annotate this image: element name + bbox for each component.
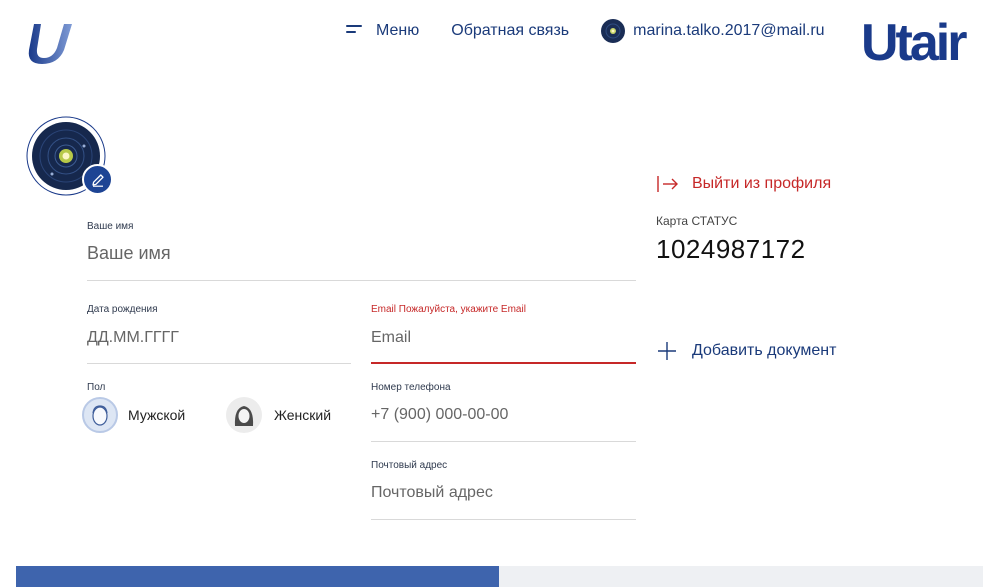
birthdate-input[interactable]: ДД.ММ.ГГГГ <box>87 329 351 347</box>
gender-label: Пол <box>87 382 106 393</box>
tab-active[interactable] <box>16 566 499 587</box>
user-avatar-icon <box>601 19 626 43</box>
male-face-icon <box>82 397 118 433</box>
name-label: Ваше имя <box>87 221 134 232</box>
feedback-link[interactable]: Обратная связь <box>451 22 569 40</box>
top-navigation: Меню Обратная связь marina.talko.2017@ma… <box>346 18 825 44</box>
gender-male-option[interactable]: Мужской <box>82 397 185 433</box>
user-account-button[interactable]: marina.talko.2017@mail.ru <box>601 19 825 43</box>
birthdate-label: Дата рождения <box>87 304 158 315</box>
email-underline <box>371 362 636 364</box>
brand-logo[interactable]: Utair <box>861 12 967 74</box>
status-card-label: Карта СТАТУС <box>656 214 738 228</box>
edit-icon <box>91 173 104 187</box>
phone-underline <box>371 441 636 442</box>
phone-input[interactable]: +7 (900) 000-00-00 <box>371 406 636 424</box>
user-email: marina.talko.2017@mail.ru <box>633 22 825 39</box>
address-label: Почтовый адрес <box>371 460 448 471</box>
plus-icon <box>658 342 676 360</box>
gender-female-label: Женский <box>274 407 332 423</box>
gender-male-label: Мужской <box>128 407 186 423</box>
logout-icon <box>657 176 678 192</box>
menu-button[interactable]: Меню <box>346 22 419 40</box>
name-input[interactable]: Ваше имя <box>87 243 636 264</box>
email-label: Email Пожалуйста, укажите Email <box>371 304 526 315</box>
add-document-label: Добавить документ <box>692 342 837 359</box>
address-input[interactable]: Почтовый адрес <box>371 484 636 502</box>
add-document-button[interactable]: Добавить документ <box>656 340 836 362</box>
logout-button[interactable]: Выйти из профиля <box>656 174 831 194</box>
utair-logo-icon[interactable] <box>26 20 76 66</box>
gender-female-option[interactable]: Женский <box>226 397 331 433</box>
name-underline <box>87 280 636 281</box>
menu-icon <box>346 25 366 37</box>
phone-label: Номер телефона <box>371 382 451 393</box>
logout-label: Выйти из профиля <box>692 175 832 192</box>
edit-avatar-button[interactable] <box>82 164 113 195</box>
birthdate-underline <box>87 363 351 364</box>
email-input[interactable]: Email <box>371 329 636 347</box>
address-underline <box>371 519 636 520</box>
menu-label: Меню <box>376 22 420 39</box>
tab-inactive[interactable] <box>499 566 983 587</box>
female-face-icon <box>226 397 262 433</box>
status-card-number: 1024987172 <box>656 234 806 264</box>
